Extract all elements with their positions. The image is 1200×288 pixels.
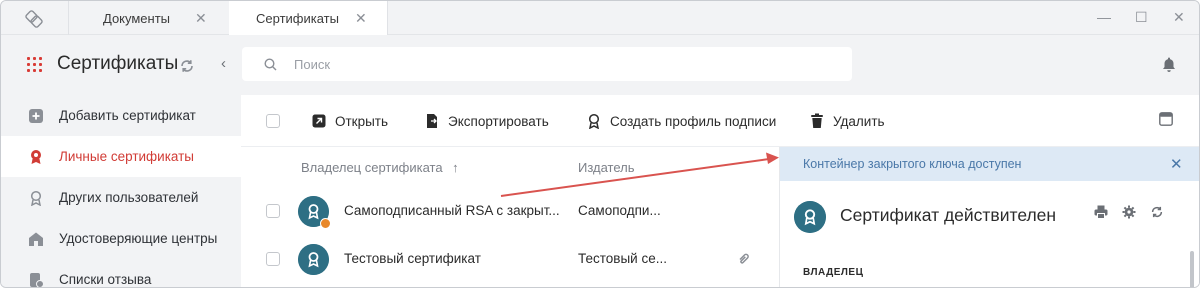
bell-icon[interactable] [1161, 56, 1177, 73]
select-all-checkbox[interactable] [266, 114, 280, 128]
print-icon[interactable] [1094, 205, 1108, 219]
main-content: Открыть Экспортировать Создать профиль п… [241, 95, 1199, 287]
tab-divider [387, 1, 388, 35]
gear-icon[interactable] [1122, 205, 1136, 219]
table-row[interactable]: Тестовый сертификат Тестовый се... [241, 237, 779, 281]
sidebar-item-label: Удостоверяющие центры [59, 231, 218, 246]
notice-banner: Контейнер закрытого ключа доступен ✕ [780, 147, 1199, 181]
search-icon [264, 58, 277, 71]
certificate-badge-icon [31, 150, 41, 164]
close-tab-documents-icon[interactable]: ✕ [195, 10, 207, 27]
open-button-label: Открыть [335, 114, 389, 129]
paperclip-icon [739, 253, 749, 264]
sidebar-header: Сертификаты ‹ [1, 35, 241, 95]
sidebar: Сертификаты ‹ Добавить сертификат Личные… [1, 35, 241, 287]
owner-section-label: ВЛАДЕЛЕЦ [803, 267, 864, 278]
tab-certificates-label: Сертификаты [256, 11, 339, 26]
open-icon [312, 114, 326, 128]
tab-documents-label: Документы [103, 11, 171, 26]
row-checkbox[interactable] [266, 252, 280, 266]
close-notice-icon[interactable]: ✕ [1170, 155, 1183, 173]
tab-documents[interactable]: Документы ✕ [69, 1, 229, 35]
sidebar-item-label: Других пользователей [59, 190, 199, 205]
sidebar-item-certificate-authorities[interactable]: Удостоверяющие центры [1, 218, 241, 259]
table-row[interactable]: Самоподписанный RSA с закрыт... Самоподп… [241, 189, 779, 233]
toolbar: Открыть Экспортировать Создать профиль п… [241, 95, 1199, 147]
certificate-avatar-icon [298, 244, 329, 275]
revocation-list-icon [30, 273, 44, 287]
sidebar-item-personal-certificates[interactable]: Личные сертификаты [1, 136, 241, 177]
owner-cell: Тестовый сертификат [344, 251, 481, 266]
sort-ascending-icon[interactable]: ↑ [452, 160, 459, 175]
close-window-icon[interactable]: ✕ [1173, 9, 1185, 26]
minimize-icon[interactable]: — [1097, 9, 1111, 25]
search-bar [242, 47, 852, 81]
refresh-icon[interactable] [1150, 205, 1164, 219]
sidebar-item-other-users[interactable]: Других пользователей [1, 177, 241, 218]
certificate-status-title: Сертификат действителен [840, 205, 1057, 225]
export-icon [427, 114, 437, 128]
warning-badge-icon [320, 218, 331, 229]
plus-square-icon [29, 109, 43, 123]
maximize-icon[interactable]: ☐ [1135, 9, 1148, 26]
issuer-cell: Самоподпи... [578, 203, 661, 218]
sidebar-item-label: Списки отзыва [59, 272, 152, 287]
refresh-icon[interactable] [179, 58, 195, 74]
trash-icon [811, 113, 823, 128]
create-signature-profile-label: Создать профиль подписи [610, 114, 777, 129]
sidebar-item-add-certificate[interactable]: Добавить сертификат [1, 95, 241, 136]
title-bar: Документы ✕ Сертификаты ✕ — ☐ ✕ [1, 1, 1199, 35]
issuer-cell: Тестовый се... [578, 251, 667, 266]
apps-grid-icon[interactable] [27, 57, 42, 72]
sidebar-item-label: Добавить сертификат [59, 108, 196, 123]
chevron-left-icon[interactable]: ‹ [221, 55, 226, 72]
certificate-outline-icon [588, 113, 600, 129]
building-icon [29, 232, 43, 246]
app-window: Документы ✕ Сертификаты ✕ — ☐ ✕ Сертифик… [0, 0, 1200, 288]
sidebar-item-revocation-lists[interactable]: Списки отзыва [1, 259, 241, 287]
row-checkbox[interactable] [266, 204, 280, 218]
export-button-label: Экспортировать [448, 114, 549, 129]
details-panel-toggle-icon[interactable] [1159, 112, 1173, 126]
details-panel: Контейнер закрытого ключа доступен ✕ Сер… [779, 147, 1199, 287]
certificate-outline-icon [30, 190, 42, 206]
certificate-status-icon [794, 201, 826, 233]
app-logo-icon[interactable] [23, 8, 45, 30]
close-tab-certificates-icon[interactable]: ✕ [355, 10, 367, 27]
owner-cell: Самоподписанный RSA с закрыт... [344, 203, 560, 218]
notice-text: Контейнер закрытого ключа доступен [803, 157, 1022, 171]
delete-button-label: Удалить [833, 114, 885, 129]
details-scrollbar[interactable] [1190, 251, 1194, 287]
search-input[interactable] [294, 55, 814, 73]
column-owner-label: Владелец сертификата [301, 160, 443, 175]
page-title: Сертификаты [57, 53, 179, 74]
tab-certificates[interactable]: Сертификаты ✕ [229, 1, 387, 35]
sidebar-item-label: Личные сертификаты [59, 149, 194, 164]
